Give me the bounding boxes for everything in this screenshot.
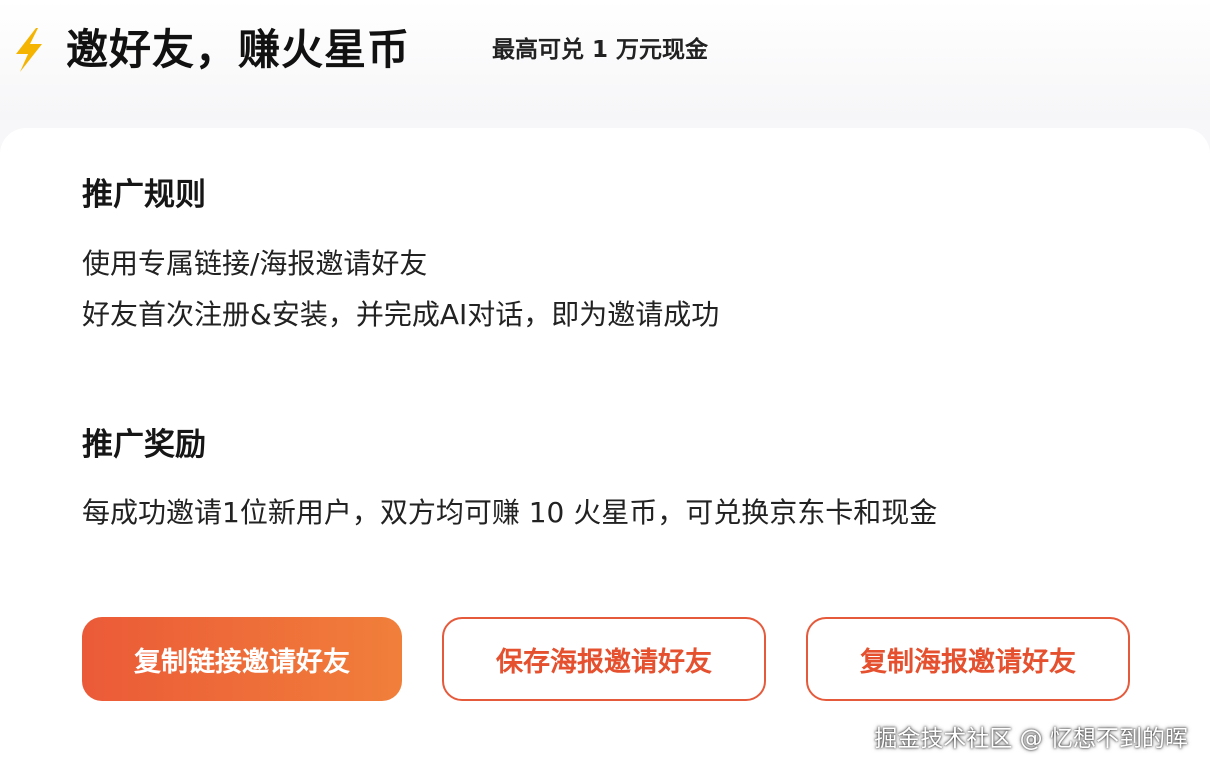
- rules-line-2: 好友首次注册&安装，并完成AI对话，即为邀请成功: [82, 298, 720, 331]
- lightning-bolt-icon: [16, 28, 42, 72]
- copy-poster-invite-button[interactable]: 复制海报邀请好友: [806, 617, 1130, 701]
- rewards-title: 推广奖励: [82, 427, 206, 463]
- copy-link-invite-label: 复制链接邀请好友: [134, 646, 350, 678]
- copy-link-invite-button[interactable]: 复制链接邀请好友: [82, 617, 402, 701]
- copy-poster-invite-label: 复制海报邀请好友: [860, 646, 1076, 678]
- rewards-line: 每成功邀请1位新用户，双方均可赚 10 火星币，可兑换京东卡和现金: [82, 496, 938, 529]
- page-subtitle: 最高可兑 1 万元现金: [492, 37, 709, 63]
- save-poster-invite-label: 保存海报邀请好友: [496, 646, 712, 678]
- rules-title: 推广规则: [82, 177, 206, 213]
- page-title: 邀好友，赚火星币: [66, 25, 411, 74]
- rules-line-1: 使用专属链接/海报邀请好友: [82, 247, 428, 280]
- save-poster-invite-button[interactable]: 保存海报邀请好友: [442, 617, 766, 701]
- header: 邀好友，赚火星币 最高可兑 1 万元现金: [0, 0, 1210, 120]
- watermark: 掘金技术社区 @ 忆想不到的晖: [874, 726, 1188, 752]
